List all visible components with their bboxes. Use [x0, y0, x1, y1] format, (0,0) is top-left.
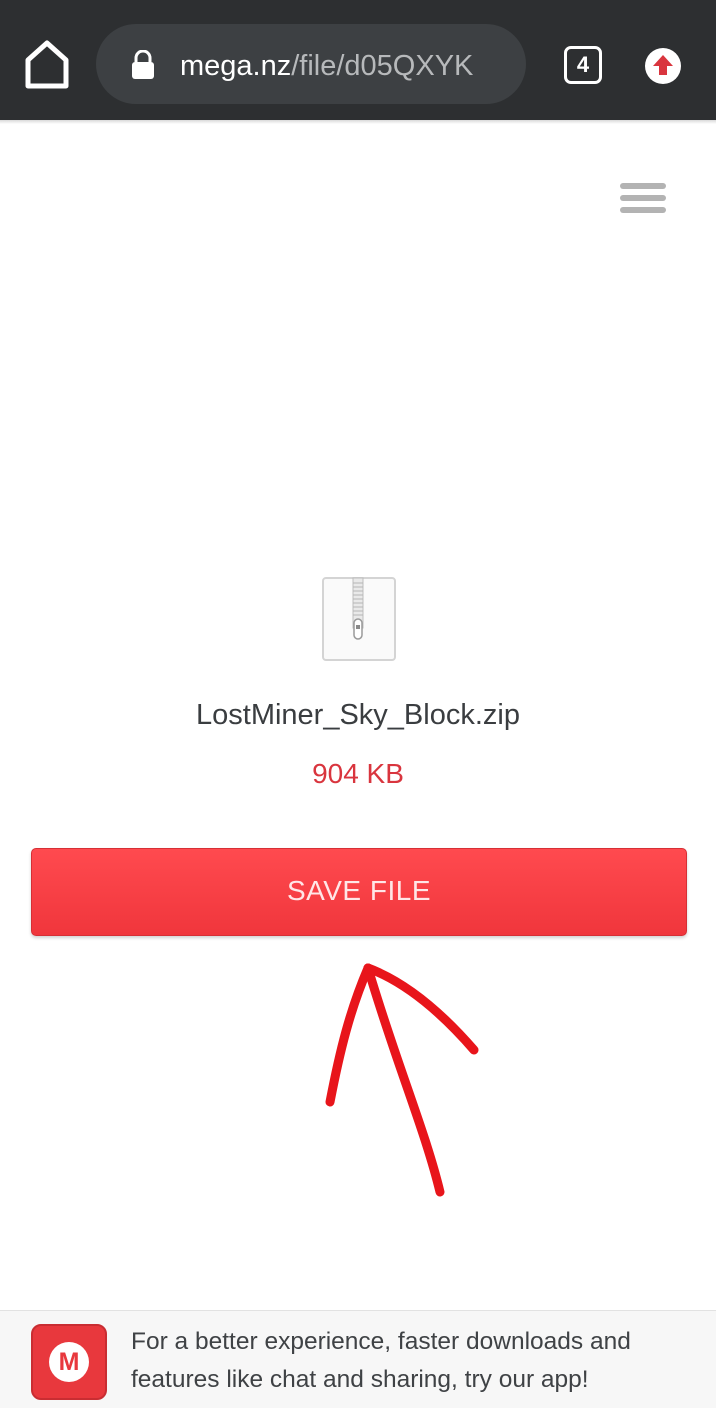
- toolbar-shadow: [0, 120, 716, 124]
- menu-line: [620, 207, 666, 213]
- url-text[interactable]: mega.nz/file/d05QXYK: [180, 44, 510, 88]
- home-icon[interactable]: [22, 38, 72, 92]
- tab-switcher-button[interactable]: 4: [564, 46, 602, 84]
- hamburger-menu-icon[interactable]: [620, 183, 668, 221]
- red-arrow-annotation: [300, 950, 500, 1210]
- menu-line: [620, 183, 666, 189]
- save-file-button[interactable]: SAVE FILE: [31, 848, 687, 936]
- file-size: 904 KB: [312, 758, 404, 789]
- update-arrow-icon[interactable]: [643, 46, 683, 86]
- mega-logo-letter: M: [49, 1342, 89, 1382]
- mega-app-logo[interactable]: M: [31, 1324, 107, 1400]
- app-promo-text[interactable]: For a better experience, faster download…: [131, 1323, 701, 1403]
- zip-file-icon: [322, 577, 396, 661]
- menu-line: [620, 195, 666, 201]
- file-name: LostMiner_Sky_Block.zip: [196, 699, 520, 731]
- url-path: /file/d05QXYK: [291, 50, 474, 82]
- lock-icon: [130, 49, 156, 80]
- url-domain: mega.nz: [180, 50, 292, 82]
